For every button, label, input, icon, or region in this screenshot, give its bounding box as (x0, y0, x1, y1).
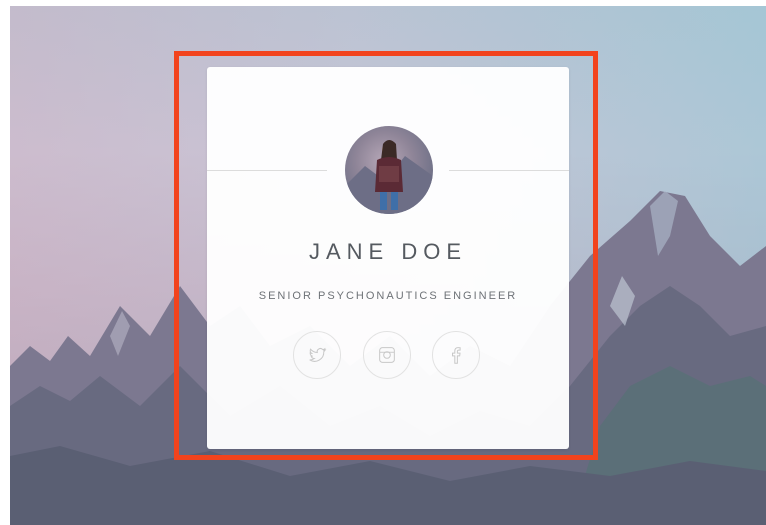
instagram-button[interactable] (363, 331, 411, 379)
facebook-button[interactable] (432, 331, 480, 379)
twitter-button[interactable] (293, 331, 341, 379)
social-links (293, 331, 483, 381)
profile-card: JANE DOE SENIOR PSYCHONAUTICS ENGINEER (207, 67, 569, 449)
card-divider-left (207, 170, 327, 171)
twitter-icon (309, 347, 327, 362)
avatar (345, 126, 433, 214)
instagram-icon (379, 347, 395, 363)
card-divider-right (449, 170, 569, 171)
profile-role: SENIOR PSYCHONAUTICS ENGINEER (258, 290, 518, 302)
facebook-icon (452, 347, 461, 364)
profile-name: JANE DOE (308, 239, 468, 264)
